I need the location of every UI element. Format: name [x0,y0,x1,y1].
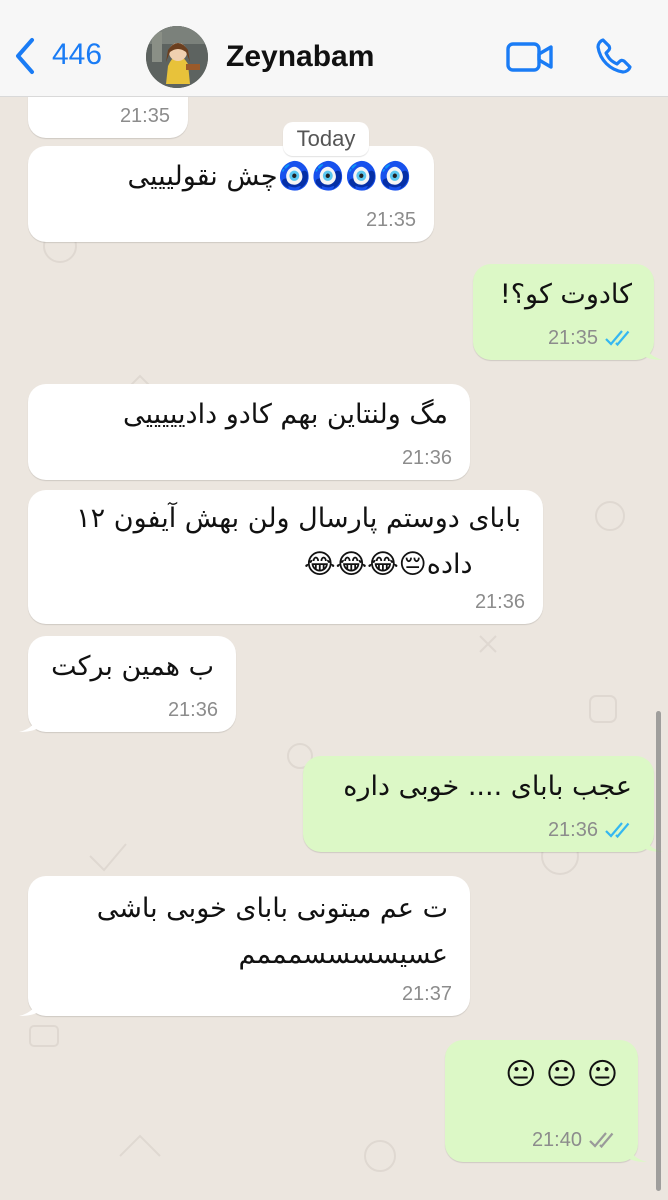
message-bubble-outgoing[interactable]: 😐 😐 😐 21:40 [445,1040,647,1162]
video-camera-icon[interactable] [505,40,555,74]
message-text: کادوت کو؟! [499,279,632,310]
message-text: عسیسسسسمممم [238,939,449,970]
message-text: مگ ولنتاین بهم کادو دادیییییی [122,399,448,430]
message-bubble-incoming[interactable]: 21:35 [28,96,188,138]
message-bubble-incoming[interactable]: مگ ولنتاین بهم کادو دادیییییی 21:36 [28,384,470,480]
message-text: عجب بابای .... خوبی داره [343,771,632,802]
message-time: 21:37 [401,983,452,1005]
message-text: 🧿🧿🧿🧿چش نقولیییی [127,161,412,192]
read-receipt-icon [605,822,630,839]
contact-name[interactable]: Zeynabam [226,40,374,74]
message-time: 21:35 [119,105,170,127]
message-time: 21:36 [167,699,218,721]
bubble-tail [19,992,41,1016]
message-time: 21:35 [365,209,416,231]
message-bubble-incoming[interactable]: بابای دوستم پارسال ولن بهش آیفون ۱۲ داده… [28,490,543,624]
chat-header: 446 Zeynabam [0,0,668,97]
message-text: 😐 😐 😐 [505,1057,618,1092]
message-text: ت عم میتونی بابای خوبی باشی [96,893,448,924]
message-list[interactable]: 21:35 Today 🧿🧿🧿🧿چش نقولیییی 21:35 کادوت … [0,96,668,1200]
message-time: 21:36 [474,591,525,613]
message-bubble-incoming[interactable]: 🧿🧿🧿🧿چش نقولیییی 21:35 [28,146,434,242]
message-text: بابای دوستم پارسال ولن بهش آیفون ۱۲ [76,503,521,534]
message-text: ب همین برکت [51,651,214,682]
message-text: داده😔😂😂😂 [304,549,473,580]
message-bubble-incoming[interactable]: ت عم میتونی بابای خوبی باشی عسیسسسسمممم … [19,876,470,1016]
read-receipt-icon [605,330,630,347]
chevron-left-icon[interactable] [12,36,40,76]
date-chip: Today [283,122,369,156]
message-time: 21:36 [547,819,598,841]
message-time: 21:36 [401,447,452,469]
avatar[interactable] [146,26,208,88]
bubble-tail [641,336,663,360]
delivered-receipt-icon [589,1132,614,1149]
message-bubble-incoming[interactable]: ب همین برکت 21:36 [19,636,236,732]
message-bubble-outgoing[interactable]: عجب بابای .... خوبی داره 21:36 [303,756,663,852]
unread-count[interactable]: 446 [52,38,102,72]
message-bubble-outgoing[interactable]: کادوت کو؟! 21:35 [473,264,663,360]
scrollbar[interactable] [656,711,661,1191]
bubble-tail [19,708,41,732]
phone-icon[interactable] [594,36,634,76]
bubble-tail [625,1138,647,1162]
message-time: 21:35 [547,327,598,349]
message-time: 21:40 [531,1129,582,1151]
